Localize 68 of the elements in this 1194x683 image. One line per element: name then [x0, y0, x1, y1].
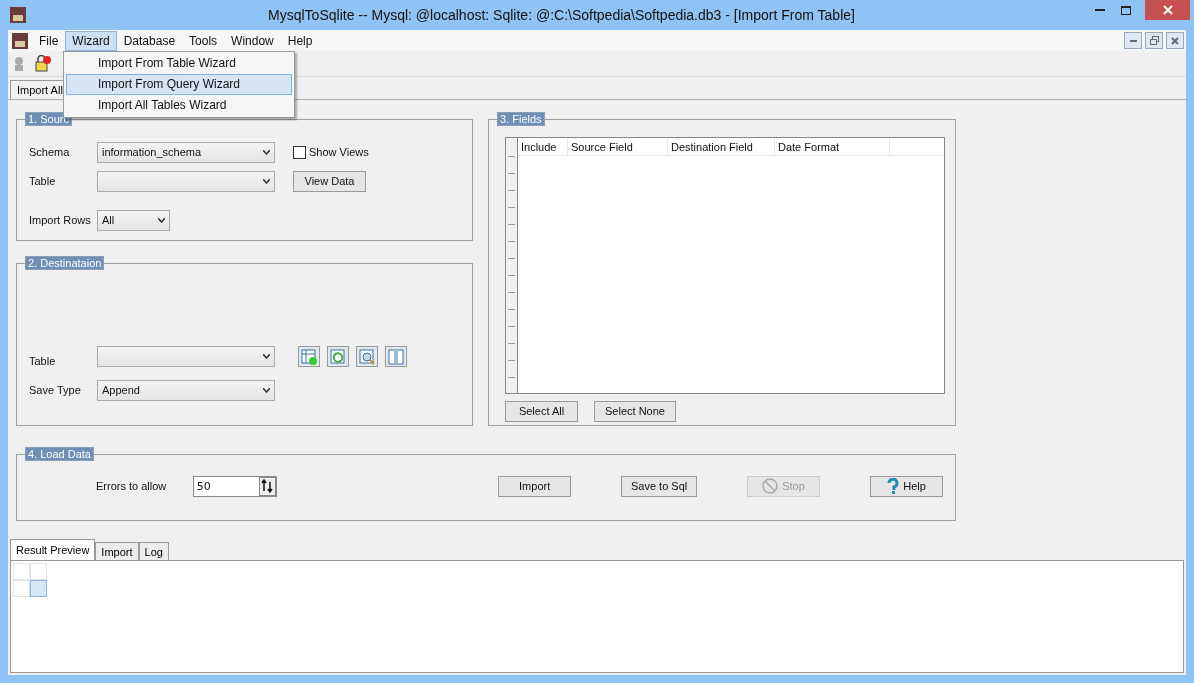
question-mark-icon	[887, 478, 900, 494]
dropdown-caret-icon	[263, 354, 270, 359]
field-label: Save Type	[29, 384, 82, 396]
dropdown-caret-icon	[158, 217, 165, 223]
columns-icon	[388, 348, 404, 365]
dropdown-caret-icon	[263, 387, 270, 393]
app-logo-icon	[12, 32, 28, 49]
spinner-arrows-icon[interactable]	[259, 476, 277, 496]
close-button[interactable]	[1145, 0, 1190, 20]
preview-grid	[13, 563, 47, 597]
table-refresh-icon	[330, 348, 346, 365]
close-button[interactable]	[1166, 32, 1184, 49]
select-all-button[interactable]: Select All	[505, 400, 578, 422]
table-add-icon	[301, 348, 317, 365]
menu-item[interactable]: Help	[280, 30, 320, 51]
result-tab[interactable]: Log	[138, 542, 169, 560]
menu-item[interactable]: Import From Query Wizard	[66, 74, 292, 95]
checkbox[interactable]	[293, 145, 306, 159]
help-button[interactable]: Help	[870, 475, 943, 497]
view-data-button[interactable]: View Data	[293, 170, 366, 192]
result-tab[interactable]: Import	[95, 542, 139, 560]
close-icon	[1162, 5, 1173, 15]
minimize-icon	[1095, 9, 1105, 11]
maximize-icon	[1121, 5, 1131, 15]
field-label: Errors to allow	[96, 480, 168, 492]
result-tab[interactable]: Result Preview	[10, 539, 96, 560]
minimize-icon	[1129, 39, 1137, 42]
group-title: 1. Sourc	[25, 112, 72, 126]
table-magnifier-icon	[359, 348, 375, 365]
schema-dropdown[interactable]: information_schema	[97, 141, 275, 163]
stop-icon	[762, 478, 779, 494]
group-title: 3. Fields	[497, 112, 545, 126]
field-label: Table	[29, 355, 57, 367]
field-label: Schema	[29, 146, 71, 158]
select-none-button[interactable]: Select None	[594, 400, 676, 422]
checkbox-label: Show Views	[309, 146, 369, 158]
add-table-button[interactable]	[298, 346, 320, 367]
dropdown-caret-icon	[263, 149, 270, 155]
menu-item[interactable]: Wizard	[65, 30, 117, 51]
restore-button[interactable]	[1145, 32, 1163, 49]
column-header[interactable]: Include	[518, 138, 568, 155]
column-header[interactable]: Source Field	[568, 138, 668, 155]
dropdown-caret-icon	[263, 178, 270, 184]
action-button[interactable]: Import	[498, 475, 572, 497]
field-label: Import Rows	[29, 214, 92, 226]
group-title: 2. Destinataion	[25, 256, 105, 270]
import-rows-dropdown[interactable]: All	[97, 209, 170, 231]
menu-item[interactable]: Window	[224, 30, 281, 51]
menu-item[interactable]: Database	[116, 30, 183, 51]
lock-icon[interactable]	[34, 54, 52, 73]
columns-button[interactable]	[385, 346, 407, 367]
errors-spinner[interactable]: 50	[192, 475, 278, 497]
refresh-table-button[interactable]	[327, 346, 349, 367]
save-type-dropdown[interactable]: Append	[97, 379, 275, 401]
close-icon	[1171, 36, 1179, 45]
menu-item[interactable]: Import From Table Wizard	[66, 53, 292, 74]
app-logo-icon	[10, 7, 26, 23]
menu-item[interactable]: File	[32, 30, 66, 51]
minimize-button[interactable]	[1124, 32, 1142, 49]
group-title: 4. Load Data	[25, 447, 94, 461]
field-label: Table	[29, 175, 57, 187]
menu-item[interactable]: Tools	[182, 30, 225, 51]
restore-icon	[1149, 36, 1159, 45]
find-table-button[interactable]	[356, 346, 378, 367]
column-header[interactable]: Destination Field	[668, 138, 775, 155]
action-button[interactable]: Save to Sql	[621, 475, 697, 497]
column-header[interactable]: Date Format	[775, 138, 890, 155]
window-title: MysqlToSqlite -- Mysql: @localhost: Sqlite: @:C:\Softpedia\Softpedia.db3 - [Import From Table]	[267, 7, 856, 23]
